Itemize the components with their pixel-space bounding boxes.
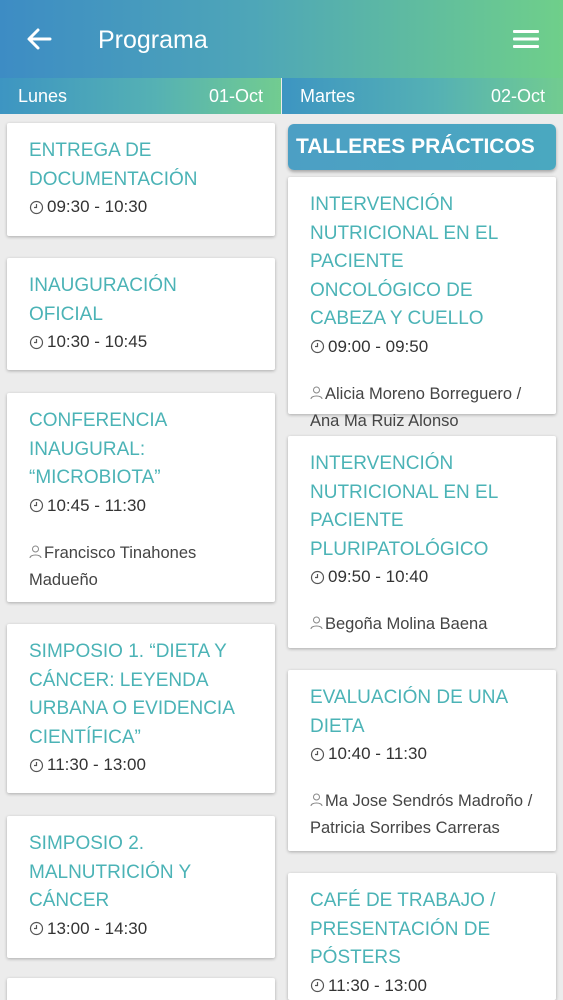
event-card[interactable]: EVALUACIÓN DE UNA DIETA 10:40 - 11:30 Ma… — [288, 670, 556, 851]
event-card[interactable]: INTERVENCIÓN NUTRICIONAL EN EL PACIENTE … — [288, 436, 556, 648]
event-time: 09:50 - 10:40 — [310, 564, 536, 590]
event-title: INAUGURACIÓN OFICIAL — [29, 275, 177, 325]
clock-icon — [29, 921, 44, 936]
event-card[interactable] — [7, 978, 275, 1000]
section-header: TALLERES PRÁCTICOS — [288, 124, 556, 170]
event-title: INTERVENCIÓN NUTRICIONAL EN EL PACIENTE … — [310, 194, 498, 329]
event-speaker: Ma Jose Sendrós Madroño / Patricia Sorri… — [310, 792, 533, 837]
menu-button[interactable] — [509, 22, 543, 56]
clock-icon — [29, 498, 44, 513]
clock-icon — [310, 978, 325, 993]
event-card[interactable]: ENTREGA DE DOCUMENTACIÓN 09:30 - 10:30 — [7, 123, 275, 236]
hamburger-menu-icon — [513, 30, 539, 48]
event-card[interactable]: CAFÉ DE TRABAJO / PRESENTACIÓN DE PÓSTER… — [288, 873, 556, 1000]
clock-icon — [29, 758, 44, 772]
arrow-left-icon — [27, 28, 52, 50]
event-time: 13:00 - 14:30 — [29, 916, 255, 942]
event-time: 10:30 - 10:45 — [29, 329, 255, 355]
clock-icon — [29, 200, 44, 214]
event-time: 10:45 - 11:30 — [29, 493, 255, 519]
event-card[interactable]: INTERVENCIÓN NUTRICIONAL EN EL PACIENTE … — [288, 177, 556, 430]
person-icon — [310, 793, 323, 807]
event-time: 09:30 - 10:30 — [29, 194, 255, 220]
person-icon — [310, 616, 323, 630]
back-button[interactable] — [22, 22, 56, 56]
event-time: 11:30 - 13:00 — [29, 752, 255, 778]
event-card[interactable]: INAUGURACIÓN OFICIAL 10:30 - 10:45 — [7, 258, 275, 370]
clock-icon — [310, 339, 325, 354]
clock-icon — [310, 570, 325, 584]
page-title: Programa — [98, 26, 208, 54]
day-header-tuesday: Martes 02-Oct — [282, 78, 563, 114]
event-title: SIMPOSIO 2. MALNUTRICIÓN Y CÁNCER — [29, 833, 191, 911]
clock-icon — [310, 747, 325, 761]
event-speaker: Alicia Moreno Borreguero / Ana Ma Ruiz A… — [310, 384, 522, 430]
person-icon — [310, 386, 323, 399]
event-card[interactable]: SIMPOSIO 1. “DIETA Y CÁNCER: LEYENDA URB… — [7, 624, 275, 793]
day-header-monday: Lunes 01-Oct — [0, 78, 281, 114]
event-card[interactable]: CONFERENCIA INAUGURAL: “MICROBIOTA” 10:4… — [7, 393, 275, 602]
day-date: 02-Oct — [490, 85, 545, 106]
event-time: 09:00 - 09:50 — [310, 334, 536, 360]
event-speaker: Begoña Molina Baena — [310, 611, 536, 638]
person-icon — [29, 545, 42, 558]
event-title: CAFÉ DE TRABAJO / PRESENTACIÓN DE PÓSTER… — [310, 890, 496, 968]
event-title: INTERVENCIÓN NUTRICIONAL EN EL PACIENTE … — [310, 453, 498, 560]
event-title: ENTREGA DE DOCUMENTACIÓN — [29, 140, 198, 190]
day-date: 01-Oct — [208, 85, 263, 106]
event-title: CONFERENCIA INAUGURAL: “MICROBIOTA” — [29, 410, 167, 488]
event-card[interactable]: SIMPOSIO 2. MALNUTRICIÓN Y CÁNCER 13:00 … — [7, 816, 275, 958]
app-bar: Programa — [0, 0, 563, 78]
event-time: 10:40 - 11:30 — [310, 741, 536, 767]
day-name: Lunes — [18, 85, 68, 106]
day-name: Martes — [300, 85, 356, 106]
event-title: SIMPOSIO 1. “DIETA Y CÁNCER: LEYENDA URB… — [29, 641, 234, 748]
event-time: 11:30 - 13:00 — [310, 973, 536, 999]
event-speaker: Francisco Tinahones Madueño — [29, 543, 197, 589]
clock-icon — [29, 335, 44, 349]
event-title: EVALUACIÓN DE UNA DIETA — [310, 687, 508, 737]
